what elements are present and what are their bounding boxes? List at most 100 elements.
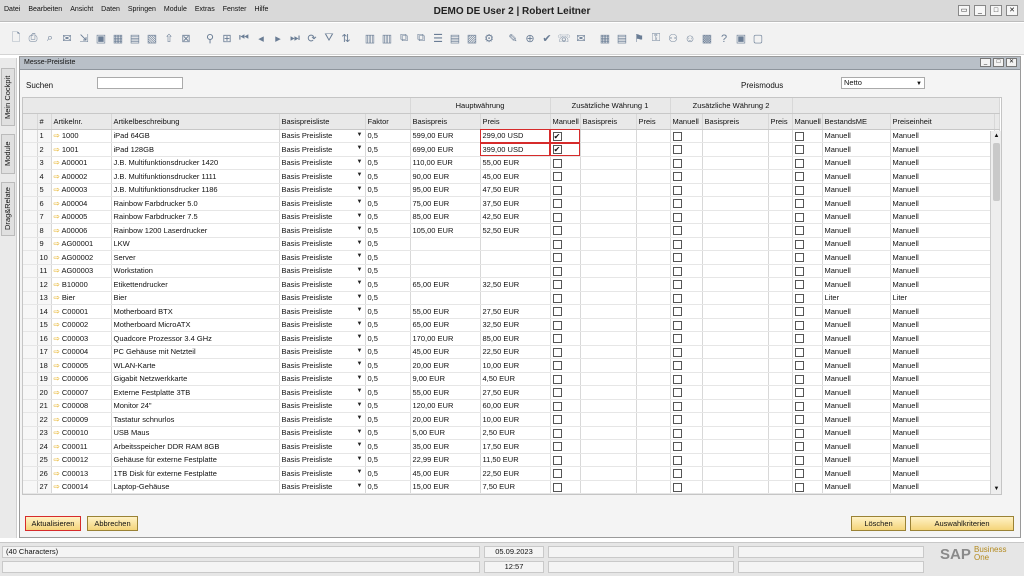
item-description[interactable]: iPad 128GB [111, 142, 280, 157]
base-price-list-select[interactable]: Basis Preisliste ▼ [279, 453, 366, 467]
factor-field[interactable]: 0,5 [365, 466, 411, 481]
manual-checkbox[interactable] [550, 223, 581, 238]
base-price-field[interactable]: 15,00 EUR [410, 480, 481, 494]
item-description[interactable]: Arbeitsspeicher DDR RAM 8GB [111, 439, 280, 454]
add2-price[interactable] [768, 304, 793, 319]
link-arrow-icon[interactable]: ⇨ [54, 374, 60, 383]
add1-manual-checkbox[interactable] [670, 183, 703, 197]
add1-base-price[interactable] [580, 480, 637, 494]
price-unit[interactable]: Manuell [890, 223, 995, 238]
add1-manual-checkbox[interactable] [670, 210, 703, 224]
add2-base-price[interactable] [702, 196, 769, 211]
column-header-base-list[interactable]: Basispreisliste [279, 113, 366, 130]
stock-uom[interactable]: Manuell [822, 318, 891, 332]
calculator-icon[interactable]: ▩ [699, 31, 715, 47]
add1-price[interactable] [636, 439, 671, 454]
table-row[interactable]: 21 ⇨ C00008 Monitor 24" Basis Preisliste ▼ 0,… [23, 399, 1000, 413]
factor-field[interactable]: 0,5 [365, 358, 411, 373]
factor-field[interactable]: 0,5 [365, 156, 411, 170]
calendar-icon[interactable]: ▦ [597, 31, 613, 47]
gross-profit-icon[interactable]: ▤ [447, 31, 463, 47]
base-price-field[interactable]: 90,00 EUR [410, 169, 481, 184]
checkbox-icon[interactable] [672, 401, 682, 411]
column-header-add1-base[interactable]: Basispreis [580, 113, 637, 130]
last-record-icon[interactable]: ⏭ [287, 31, 303, 47]
manual-checkbox[interactable] [550, 291, 581, 305]
checkbox-icon[interactable] [672, 307, 682, 316]
item-number[interactable]: ⇨ B10000 [51, 277, 112, 292]
add2-manual-checkbox[interactable] [792, 480, 823, 494]
item-number[interactable]: ⇨ C00009 [51, 412, 112, 427]
base-price-field[interactable] [410, 291, 481, 305]
add1-base-price[interactable] [580, 277, 637, 292]
add-document-icon[interactable]: ⊕ [522, 31, 538, 47]
add2-price[interactable] [768, 264, 793, 278]
tab-drag-relate[interactable]: Drag&Relate [1, 182, 15, 236]
close-icon[interactable]: ✕ [1006, 58, 1017, 67]
price-field[interactable]: 4,50 EUR [480, 372, 551, 386]
word-icon[interactable]: ▤ [127, 31, 143, 47]
add1-base-price[interactable] [580, 412, 637, 427]
add2-price[interactable] [768, 291, 793, 305]
item-number[interactable]: ⇨ C00008 [51, 399, 112, 413]
stock-uom[interactable]: Liter [822, 291, 891, 305]
item-description[interactable]: J.B. Multifunktionsdrucker 1111 [111, 169, 280, 184]
row-selector[interactable] [23, 466, 38, 481]
row-selector[interactable] [23, 196, 38, 211]
manual-checkbox[interactable] [550, 331, 581, 346]
item-description[interactable]: 1TB Disk für externe Festplatte [111, 466, 280, 481]
add1-manual-checkbox[interactable] [670, 196, 703, 211]
checkbox-icon[interactable] [552, 226, 562, 235]
base-price-list-select[interactable]: Basis Preisliste ▼ [279, 264, 366, 278]
price-field[interactable]: 17,50 EUR [480, 439, 551, 454]
base-price-list-select[interactable]: Basis Preisliste ▼ [279, 291, 366, 305]
add2-base-price[interactable] [702, 169, 769, 184]
checkbox-icon[interactable] [552, 185, 562, 195]
price-unit[interactable]: Manuell [890, 412, 995, 427]
checkbox-icon[interactable] [552, 388, 562, 397]
price-mode-select[interactable]: Netto ▼ [841, 77, 925, 89]
item-number[interactable]: ⇨ A00006 [51, 223, 112, 238]
manual-checkbox[interactable]: ✔ [550, 142, 581, 157]
item-number[interactable]: ⇨ C00002 [51, 318, 112, 332]
price-field[interactable]: 85,00 EUR [480, 331, 551, 346]
item-description[interactable]: Motherboard BTX [111, 304, 280, 319]
manual-checkbox[interactable]: ✔ [550, 129, 581, 143]
checkbox-icon[interactable] [672, 145, 682, 154]
menu-springen[interactable]: Springen [128, 6, 156, 13]
add2-manual-checkbox[interactable] [792, 169, 823, 184]
manual-checkbox[interactable] [550, 480, 581, 494]
search-input[interactable] [97, 77, 183, 89]
price-unit[interactable]: Manuell [890, 142, 995, 157]
item-number[interactable]: ⇨ C00013 [51, 466, 112, 481]
manual-checkbox[interactable] [550, 304, 581, 319]
row-selector[interactable] [23, 237, 38, 251]
base-price-list-select[interactable]: Basis Preisliste ▼ [279, 183, 366, 197]
add1-price[interactable] [636, 264, 671, 278]
add2-base-price[interactable] [702, 183, 769, 197]
table-row[interactable]: 1 ⇨ 1000 iPad 64GB Basis Preisliste ▼ 0,5 599,… [23, 129, 1000, 143]
checkbox-icon[interactable] [794, 253, 804, 262]
cancel-button[interactable]: Abbrechen [87, 516, 138, 531]
row-selector[interactable] [23, 318, 38, 332]
add2-manual-checkbox[interactable] [792, 156, 823, 170]
base-price-field[interactable]: 45,00 EUR [410, 466, 481, 481]
maximize-icon[interactable]: □ [990, 5, 1002, 16]
factor-field[interactable]: 0,5 [365, 426, 411, 440]
stock-uom[interactable]: Manuell [822, 277, 891, 292]
price-field[interactable]: 2,50 EUR [480, 426, 551, 440]
item-number[interactable]: ⇨ A00001 [51, 156, 112, 170]
add1-manual-checkbox[interactable] [670, 237, 703, 251]
checkbox-icon[interactable] [794, 428, 804, 438]
checkbox-icon[interactable] [552, 455, 562, 465]
tab-mein-cockpit[interactable]: Mein Cockpit [1, 68, 15, 126]
manual-checkbox[interactable] [550, 399, 581, 413]
add1-price[interactable] [636, 237, 671, 251]
price-field[interactable]: 7,50 EUR [480, 480, 551, 494]
add2-manual-checkbox[interactable] [792, 372, 823, 386]
factor-field[interactable]: 0,5 [365, 331, 411, 346]
price-field[interactable]: 22,50 EUR [480, 345, 551, 359]
add2-price[interactable] [768, 210, 793, 224]
table-row[interactable]: 19 ⇨ C00006 Gigabit Netzwerkkarte Basis Pre… [23, 372, 1000, 386]
tab-module[interactable]: Module [1, 134, 15, 174]
